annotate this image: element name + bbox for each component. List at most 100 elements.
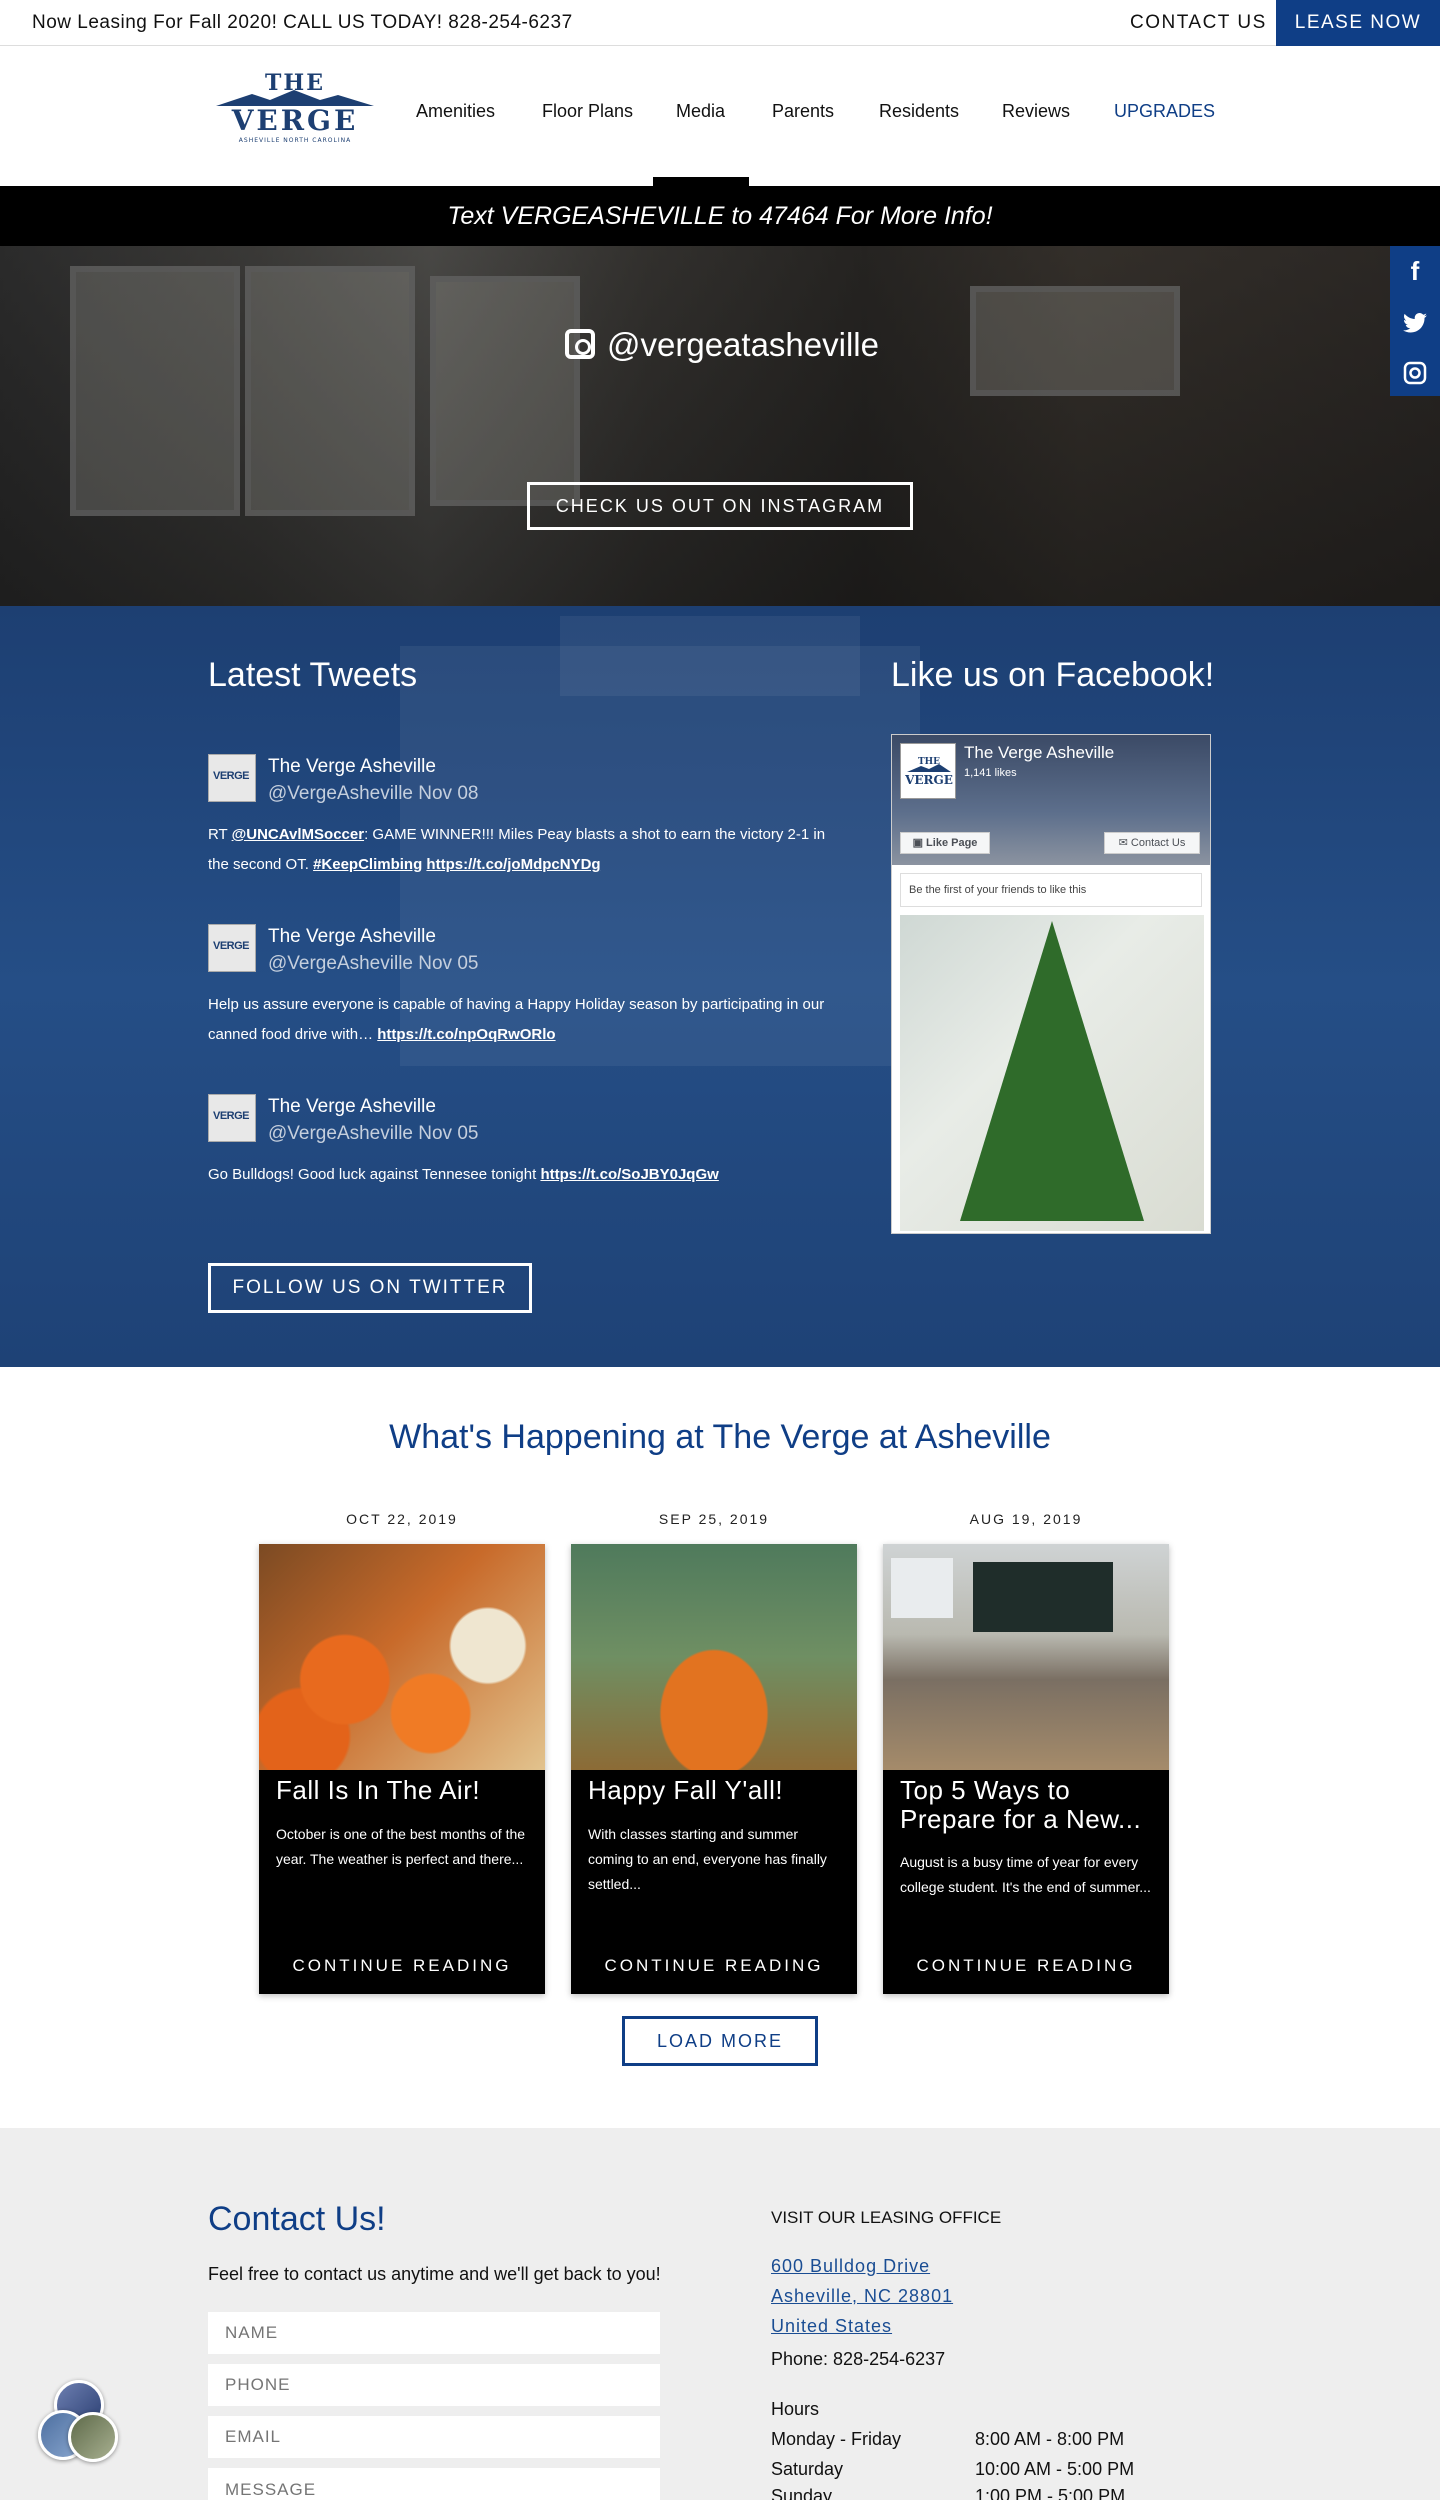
card-date: AUG 19, 2019	[969, 1511, 1083, 1527]
address-line-1[interactable]: 600 Bulldog Drive	[771, 2256, 930, 2277]
logo-verge: VERGE	[231, 104, 359, 137]
chalkboard	[973, 1562, 1113, 1632]
background-window	[245, 266, 415, 516]
facebook-post-photo[interactable]	[900, 915, 1204, 1231]
card-excerpt: With classes starting and summer coming …	[588, 1826, 827, 1892]
facebook-icon[interactable]: f	[1390, 246, 1440, 296]
text-info-banner: Text VERGEASHEVILLE to 47464 For More In…	[0, 186, 1440, 246]
nav-parents[interactable]: Parents	[772, 101, 834, 122]
contact-us-link[interactable]: CONTACT US	[1130, 12, 1267, 34]
tweet-link[interactable]: https://t.co/SoJBY0JqGw	[540, 1166, 718, 1183]
instagram-hero: @vergeatasheville CHECK US OUT ON INSTAG…	[0, 246, 1440, 606]
social-sidebar: f	[1390, 246, 1440, 396]
tweet-text: Help us assure everyone is capable of ha…	[208, 990, 848, 1050]
chat-agent-avatar	[68, 2412, 118, 2462]
tweet-handle-date: @VergeAsheville Nov 05	[268, 953, 479, 974]
facebook-page-name[interactable]: The Verge Asheville	[964, 743, 1114, 763]
facebook-page-logo[interactable]: THE VERGE	[900, 743, 956, 799]
instagram-handle-text: @vergeatasheville	[607, 326, 879, 363]
tweet-link[interactable]: https://t.co/npOqRwORlo	[377, 1026, 555, 1043]
phone-field[interactable]	[208, 2364, 660, 2406]
facebook-like-button[interactable]: ▣ Like Page	[900, 832, 990, 854]
nav-residents[interactable]: Residents	[879, 101, 959, 122]
message-field[interactable]	[208, 2468, 660, 2500]
thumbs-up-icon: ▣	[912, 837, 927, 849]
follow-twitter-button[interactable]: FOLLOW US ON TWITTER	[208, 1263, 532, 1313]
tweet-author[interactable]: The Verge Asheville	[268, 926, 436, 948]
classroom-image	[883, 1544, 1169, 1770]
tweet-hashtag[interactable]: #KeepClimbing	[313, 856, 422, 873]
verge-avatar[interactable]	[208, 1094, 256, 1142]
nav-amenities[interactable]: Amenities	[416, 101, 495, 122]
active-nav-indicator	[653, 177, 749, 186]
svg-text:VERGE: VERGE	[904, 773, 953, 787]
load-more-button[interactable]: LOAD MORE	[622, 2016, 818, 2066]
tweet-text-body: Go Bulldogs! Good luck against Tennesee …	[208, 1166, 541, 1183]
facebook-contact-button[interactable]: ✉ Contact Us	[1104, 832, 1200, 854]
envelope-icon: ✉	[1118, 837, 1131, 849]
hours-day: Sunday	[771, 2486, 833, 2500]
continue-reading-link[interactable]: CONTINUE READING	[571, 1956, 857, 1976]
card-title[interactable]: Top 5 Ways to Prepare for a New...	[900, 1776, 1155, 1834]
hours-time: 1:00 PM - 5:00 PM	[975, 2486, 1126, 2500]
instagram-icon[interactable]	[1390, 346, 1440, 396]
twitter-icon[interactable]	[1390, 296, 1440, 346]
instagram-icon	[565, 329, 595, 359]
card-date: SEP 25, 2019	[658, 1511, 770, 1527]
like-button-label: Like Page	[926, 837, 978, 849]
nav-reviews[interactable]: Reviews	[1002, 101, 1070, 122]
tweet-text: Go Bulldogs! Good luck against Tennesee …	[208, 1160, 848, 1190]
card-excerpt: August is a busy time of year for every …	[900, 1854, 1151, 1895]
tweet-author[interactable]: The Verge Asheville	[268, 756, 436, 778]
background-roof	[560, 616, 860, 696]
hours-row: Sunday 1:00 PM - 5:00 PM	[771, 2486, 1171, 2500]
nav-upgrades[interactable]: UPGRADES	[1114, 101, 1215, 122]
verge-avatar[interactable]	[208, 924, 256, 972]
background-window	[430, 276, 580, 506]
lease-now-button[interactable]: LEASE NOW	[1276, 0, 1440, 46]
facebook-like-count: 1,141 likes	[964, 767, 1017, 779]
hours-day: Monday - Friday	[771, 2429, 902, 2449]
tweet-link[interactable]: https://t.co/joMdpcNYDg	[426, 856, 600, 873]
facebook-friends-text: Be the first of your friends to like thi…	[900, 873, 1202, 907]
latest-tweets-heading: Latest Tweets	[208, 656, 418, 694]
nav-media[interactable]: Media	[676, 101, 725, 122]
contact-section: Contact Us! Feel free to contact us anyt…	[0, 2128, 1440, 2500]
hours-heading: Hours	[771, 2399, 820, 2419]
verge-avatar[interactable]	[208, 754, 256, 802]
nav-floor-plans[interactable]: Floor Plans	[542, 101, 633, 122]
instagram-handle[interactable]: @vergeatasheville	[565, 326, 879, 364]
news-card[interactable]: Fall Is In The Air! October is one of th…	[259, 1544, 545, 1994]
card-date: OCT 22, 2019	[346, 1511, 458, 1527]
news-heading: What's Happening at The Verge at Ashevil…	[389, 1418, 1051, 1456]
news-card[interactable]: Top 5 Ways to Prepare for a New... Augus…	[883, 1544, 1169, 1994]
email-field[interactable]	[208, 2416, 660, 2458]
office-phone: Phone: 828-254-6237	[771, 2349, 946, 2369]
projector-screen	[891, 1558, 953, 1618]
continue-reading-link[interactable]: CONTINUE READING	[259, 1956, 545, 1976]
name-field[interactable]	[208, 2312, 660, 2354]
chat-widget[interactable]	[38, 2380, 124, 2464]
christmas-tree-image	[960, 921, 1144, 1221]
tweet-mention[interactable]: @UNCAvlMSoccer	[232, 826, 364, 843]
card-title[interactable]: Fall Is In The Air!	[276, 1776, 531, 1805]
the-verge-logo[interactable]: THE VERGE ASHEVILLE NORTH CAROLINA	[212, 68, 378, 146]
top-bar: Now Leasing For Fall 2020! CALL US TODAY…	[0, 0, 1440, 46]
hours-day: Saturday	[771, 2459, 844, 2479]
logo-subtitle: ASHEVILLE NORTH CAROLINA	[239, 137, 351, 144]
card-title[interactable]: Happy Fall Y'all!	[588, 1776, 843, 1805]
hours-row: Saturday 10:00 AM - 5:00 PM	[771, 2459, 1171, 2480]
news-card[interactable]: Happy Fall Y'all! With classes starting …	[571, 1544, 857, 1994]
tweet-text: RT @UNCAvlMSoccer: GAME WINNER!!! Miles …	[208, 820, 848, 880]
address-line-3[interactable]: United States	[771, 2316, 892, 2337]
leasing-promo-text: Now Leasing For Fall 2020! CALL US TODAY…	[32, 12, 573, 33]
tweet-author[interactable]: The Verge Asheville	[268, 1096, 436, 1118]
tweet-handle-date: @VergeAsheville Nov 05	[268, 1123, 479, 1144]
continue-reading-link[interactable]: CONTINUE READING	[883, 1956, 1169, 1976]
social-feed-section: Latest Tweets The Verge Asheville @Verge…	[0, 606, 1440, 1367]
address-line-2[interactable]: Asheville, NC 28801	[771, 2286, 953, 2307]
facebook-widget: THE VERGE The Verge Asheville 1,141 likes…	[891, 734, 1211, 1234]
background-window	[70, 266, 240, 516]
instagram-button[interactable]: CHECK US OUT ON INSTAGRAM	[527, 482, 913, 530]
card-excerpt: October is one of the best months of the…	[276, 1826, 526, 1867]
